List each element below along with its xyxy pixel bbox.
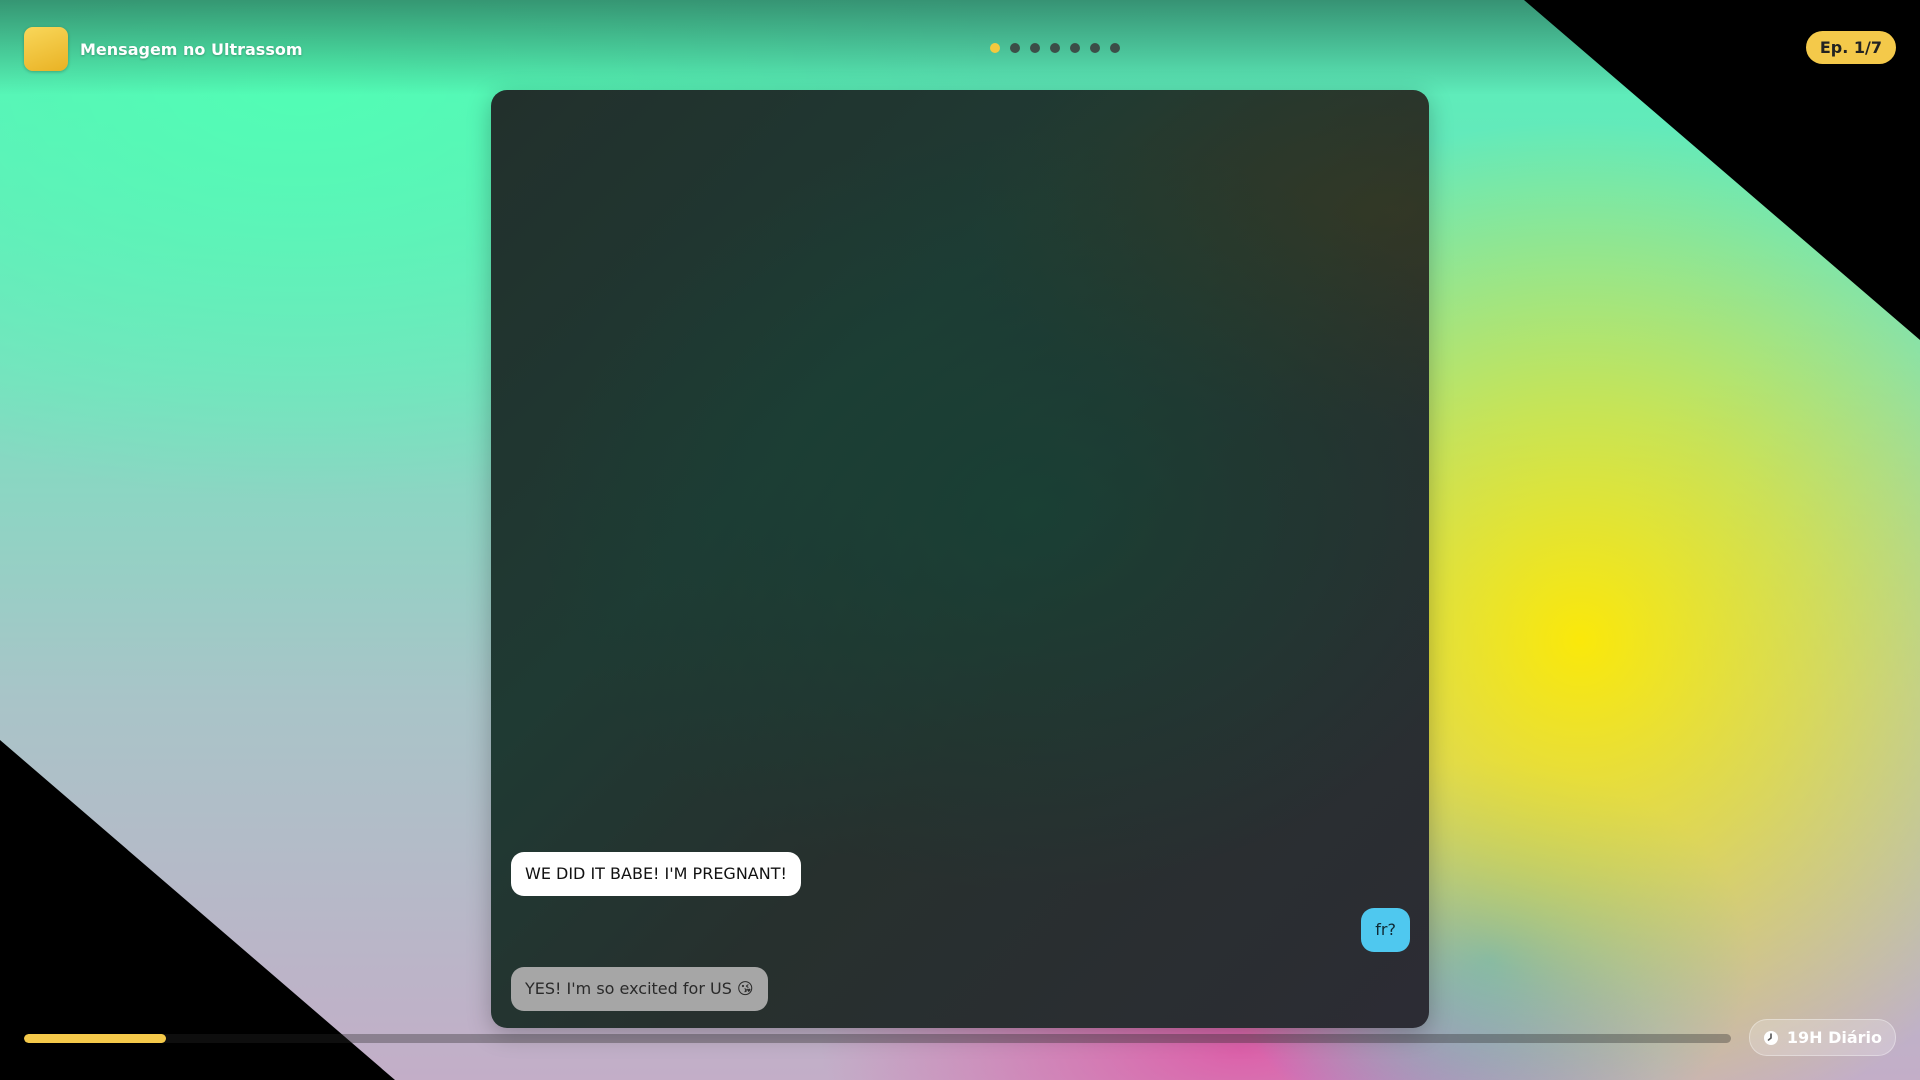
- pagination-dot[interactable]: [1010, 43, 1020, 53]
- header-left: Mensagem no Ultrassom: [24, 27, 303, 71]
- pagination-dot[interactable]: [990, 43, 1000, 53]
- message-bubble-incoming: WE DID IT BABE! I'M PREGNANT!: [511, 852, 801, 896]
- message-bubble-typing[interactable]: YES! I'm so excited for US 😘: [511, 967, 768, 1011]
- pagination-dot[interactable]: [1030, 43, 1040, 53]
- episode-pagination: [990, 43, 1120, 53]
- chat-panel: WE DID IT BABE! I'M PREGNANT! fr? YES! I…: [491, 90, 1429, 1028]
- story-title: Mensagem no Ultrassom: [80, 39, 303, 59]
- corner-shape-bottom-left: [0, 740, 395, 1080]
- pagination-dot[interactable]: [1050, 43, 1060, 53]
- progress-fill: [24, 1034, 166, 1043]
- timer-label: 19H Diário: [1786, 1028, 1882, 1047]
- clock-icon: [1763, 1030, 1778, 1045]
- episode-progress-bar[interactable]: [24, 1034, 1731, 1043]
- pagination-dot[interactable]: [1090, 43, 1100, 53]
- pagination-dot[interactable]: [1110, 43, 1120, 53]
- app-icon[interactable]: [24, 27, 68, 71]
- daily-timer-badge[interactable]: 19H Diário: [1748, 1019, 1896, 1056]
- stage: Mensagem no Ultrassom Ep. 1/7 WE DID IT …: [0, 0, 1920, 1080]
- pagination-dot[interactable]: [1070, 43, 1080, 53]
- message-bubble-outgoing: fr?: [1361, 908, 1410, 952]
- episode-badge: Ep. 1/7: [1805, 31, 1896, 64]
